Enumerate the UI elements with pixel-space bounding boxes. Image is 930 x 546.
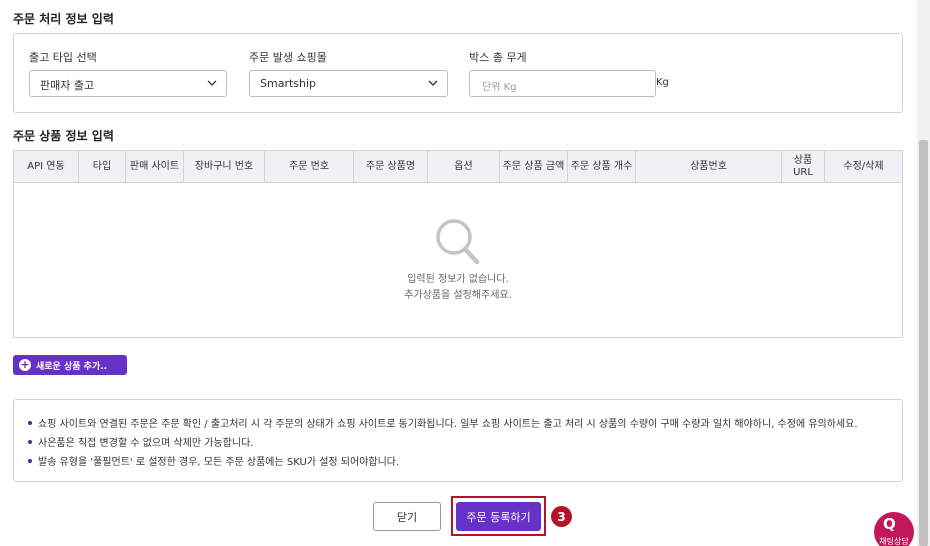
table-header: API 연동 타입 판매 사이트 장바구니 번호 주문 번호 주문 상품명 옵션…: [14, 151, 902, 183]
col-amount: 주문 상품 금액: [500, 151, 568, 182]
register-order-button[interactable]: 주문 등록하기: [456, 502, 541, 531]
col-type: 타입: [79, 151, 126, 182]
col-api: API 연동: [14, 151, 79, 182]
notice-item: 쇼핑 사이트와 연결된 주문은 주문 확인 / 출고처리 시 각 주문의 상태가…: [28, 413, 888, 432]
notice-item: 발송 유형을 '풀필먼트' 로 설정한 경우, 모든 주문 상품에는 SKU가 …: [28, 451, 888, 470]
empty-hint: 추가상품을 설정해주세요.: [404, 290, 512, 301]
col-product-name: 주문 상품명: [354, 151, 428, 182]
chat-label: 채팅상담: [879, 537, 909, 546]
add-product-button[interactable]: + 새로운 상품 추가..: [13, 355, 127, 375]
notice-text: 사은품은 직접 변경할 수 없으며 삭제만 가능합니다.: [38, 438, 254, 449]
order-info-panel: 출고 타입 선택 판매자 출고 주문 발생 쇼핑몰 Smartship 박스 총…: [13, 33, 903, 113]
notice-text: 쇼핑 사이트와 연결된 주문은 주문 확인 / 출고처리 시 각 주문의 상태가…: [38, 419, 858, 430]
bullet-icon: [28, 420, 32, 425]
col-cart-no: 장바구니 번호: [184, 151, 265, 182]
mall-value: Smartship: [260, 77, 317, 90]
plus-icon: +: [19, 358, 31, 371]
notice-text: 발송 유형을 '풀필먼트' 로 설정한 경우, 모든 주문 상품에는 SKU가 …: [38, 457, 400, 468]
chevron-down-icon: [207, 80, 217, 86]
col-order-no: 주문 번호: [265, 151, 354, 182]
bullet-icon: [28, 439, 32, 444]
notice-item: 사은품은 직접 변경할 수 없으며 삭제만 가능합니다.: [28, 432, 888, 451]
shipping-type-select[interactable]: 판매자 출고: [29, 70, 227, 97]
col-quantity: 주문 상품 개수: [568, 151, 636, 182]
step-badge: 3: [551, 506, 572, 527]
col-product-no: 상품번호: [636, 151, 782, 182]
scrollbar[interactable]: [917, 0, 930, 546]
product-info-title: 주문 상품 정보 입력: [13, 129, 114, 143]
chevron-down-icon: [428, 80, 438, 86]
box-weight-input[interactable]: 단위 Kg: [469, 70, 656, 97]
notice-box: 쇼핑 사이트와 연결된 주문은 주문 확인 / 출고처리 시 각 주문의 상태가…: [13, 399, 903, 482]
chat-logo: Q: [883, 515, 896, 533]
empty-state: 입력된 정보가 없습니다. 추가상품을 설정해주세요.: [14, 183, 902, 337]
mall-label: 주문 발생 쇼핑몰: [249, 51, 327, 64]
col-site: 판매 사이트: [126, 151, 184, 182]
col-option: 옵션: [428, 151, 500, 182]
col-edit-delete: 수정/삭제: [843, 160, 884, 172]
empty-message: 입력된 정보가 없습니다.: [407, 274, 509, 285]
order-info-title: 주문 처리 정보 입력: [13, 12, 114, 26]
box-weight-label: 박스 총 무게: [469, 51, 527, 64]
product-table: API 연동 타입 판매 사이트 장바구니 번호 주문 번호 주문 상품명 옵션…: [13, 150, 903, 338]
add-product-label: 새로운 상품 추가..: [36, 361, 108, 372]
chat-widget-button[interactable]: Q 채팅상담: [874, 512, 914, 546]
search-icon: [436, 219, 480, 265]
shipping-type-label: 출고 타입 선택: [29, 51, 97, 64]
shipping-type-value: 판매자 출고: [40, 79, 95, 92]
close-button[interactable]: 닫기: [373, 502, 441, 531]
scroll-thumb[interactable]: [919, 140, 928, 546]
weight-unit: Kg: [656, 77, 669, 88]
col-url: 상품 URL: [782, 151, 825, 182]
bullet-icon: [28, 458, 32, 463]
mall-select[interactable]: Smartship: [249, 70, 448, 97]
